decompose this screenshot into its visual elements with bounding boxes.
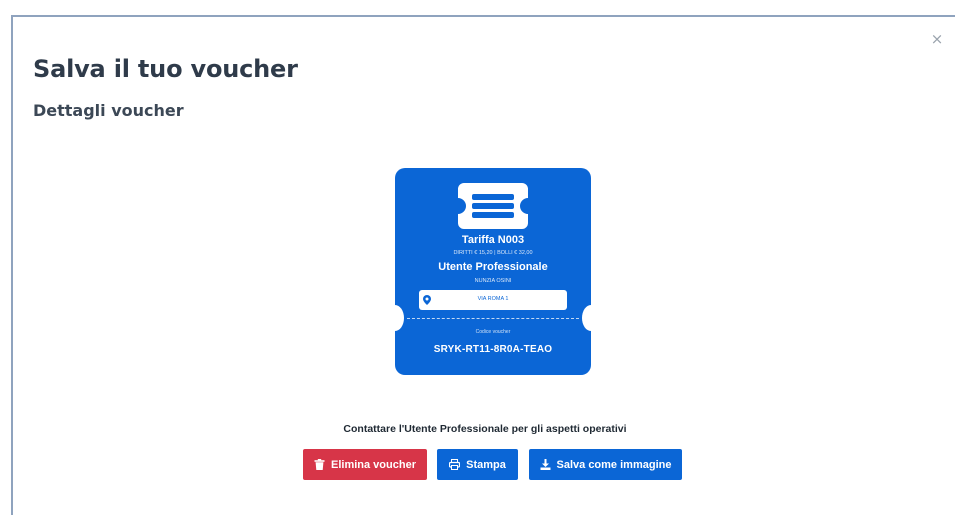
modal-subtitle: Dettagli voucher [33,101,184,120]
voucher-notch-left [395,305,404,331]
contact-note: Contattare l'Utente Professionale per gl… [343,423,627,435]
voucher-address: VIA ROMA 1 [477,296,509,302]
voucher-modal: × Salva il tuo voucher Dettagli voucher … [11,15,955,515]
voucher-code: SRYK-RT11-8R0A-TEAO [433,344,553,355]
delete-voucher-button[interactable]: Elimina voucher [303,449,427,480]
voucher-tariff: Tariffa N003 [461,234,525,246]
voucher-code-label: Codice voucher [475,329,511,335]
voucher-notch-right [582,305,591,331]
printer-icon [449,459,461,470]
trash-icon [314,459,325,470]
save-as-image-label: Salva come immagine [556,458,672,471]
voucher-user-name: NUNZIA OSINI [474,278,512,284]
download-icon [540,459,551,470]
ticket-icon [458,183,528,229]
voucher-address-box: VIA ROMA 1 [419,290,567,310]
voucher-card: Tariffa N003 DIRITTI € 15,20 | BOLLI € 3… [395,168,591,375]
close-button[interactable]: × [929,31,945,47]
voucher-user-type: Utente Professionale [438,261,548,273]
voucher-perforation [407,318,579,319]
save-as-image-button[interactable]: Salva come immagine [529,449,682,480]
voucher-fees: DIRITTI € 15,20 | BOLLI € 32,00 [453,250,533,256]
modal-title: Salva il tuo voucher [33,55,298,83]
print-label: Stampa [466,458,506,471]
print-button[interactable]: Stampa [437,449,518,480]
delete-voucher-label: Elimina voucher [331,458,416,471]
